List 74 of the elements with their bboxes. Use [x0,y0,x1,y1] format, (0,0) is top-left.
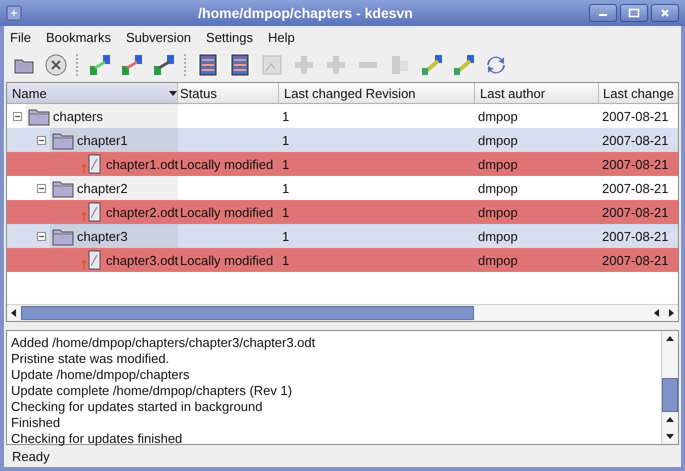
menu-item[interactable]: Settings [206,30,254,44]
author-text: dmpop [478,156,518,172]
author-text: dmpop [478,252,518,268]
date-text: 2007-08-21 [602,252,668,268]
menu-item[interactable]: Subversion [126,30,192,44]
log-line: Checking for updates started in background [11,399,264,415]
author-text: dmpop [478,132,518,148]
menu-item[interactable]: Bookmarks [46,30,111,44]
status-text: Locally modified [180,252,274,268]
name-text: chapter3 [77,228,128,244]
column-header[interactable]: Status [178,83,279,103]
revision-text: 1 [282,180,290,196]
column-header[interactable]: Name [7,83,178,103]
author-text: dmpop [478,108,518,124]
log-line: Update complete /home/dmpop/chapters (Rev 1) [11,383,294,399]
collapse-icon[interactable] [37,136,46,144]
maximize-button[interactable] [620,4,648,22]
tree-row[interactable]: chapter1.odt Locally modified 1 dmpop 2007-08-21 [7,152,678,176]
name-text: chapter3.odt [106,252,178,268]
date-text: 2007-08-21 [602,180,668,196]
name-text: chapters [53,108,103,124]
date-text: 2007-08-21 [602,132,668,148]
close-icon [659,8,671,18]
minimize-button[interactable] [589,4,617,22]
collapse-icon[interactable] [37,232,46,240]
name-text: chapter1.odt [106,156,178,172]
log-line: Added /home/dmpop/chapters/chapter3/chapter3.odt [11,335,316,351]
revision-text: 1 [282,204,290,220]
log-line: Checking for updates finished [11,431,184,447]
document-icon [81,250,103,270]
sort-arrow-icon [169,90,177,96]
revision-text: 1 [282,156,290,172]
document-icon [81,154,103,174]
revision-text: 1 [282,108,290,124]
revision-text: 1 [282,252,290,268]
status-text: Locally modified [180,204,274,220]
name-text: chapter1 [77,132,128,148]
horizontal-scrollbar[interactable] [7,304,678,321]
menu-item[interactable]: Help [268,30,295,44]
tree-row[interactable]: chapter3.odt Locally modified 1 dmpop 2007-08-21 [7,248,678,272]
vertical-scrollbar[interactable] [661,331,678,444]
stop-icon[interactable] [44,53,68,77]
log-line: Pristine state was modified. [11,351,170,367]
collapse-icon[interactable] [37,184,46,192]
column-header[interactable]: Last changed Revision [279,83,475,103]
author-text: dmpop [478,204,518,220]
app-icon[interactable] [6,5,22,21]
name-text: chapter2.odt [106,204,178,220]
tree-row[interactable]: chapter1 1 dmpop 2007-08-21 [7,128,678,152]
date-text: 2007-08-21 [602,156,668,172]
column-header[interactable]: Last author [475,83,599,103]
status-text: Ready [12,448,50,464]
menu-item[interactable]: File [10,30,31,44]
date-text: 2007-08-21 [602,108,668,124]
date-text: 2007-08-21 [602,204,668,220]
revision-text: 1 [282,132,290,148]
tree-row[interactable]: chapter2 1 dmpop 2007-08-21 [7,176,678,200]
author-text: dmpop [478,180,518,196]
tree-row[interactable]: chapter2.odt Locally modified 1 dmpop 2007-08-21 [7,200,678,224]
name-text: chapter2 [77,180,128,196]
author-text: dmpop [478,228,518,244]
revision-text: 1 [282,228,290,244]
log-line: Finished [11,415,62,431]
date-text: 2007-08-21 [602,228,668,244]
window-title: /home/dmpop/chapters - kdesvn [197,5,414,21]
maximize-icon [628,8,640,18]
tree-row[interactable]: chapter3 1 dmpop 2007-08-21 [7,224,678,248]
document-icon [81,202,103,222]
log-line: Update /home/dmpop/chapters [11,367,190,383]
collapse-icon[interactable] [13,112,22,120]
column-header[interactable]: Last change [599,83,678,103]
status-text: Locally modified [180,156,274,172]
tree-row[interactable]: chapters 1 dmpop 2007-08-21 [7,104,678,128]
close-button[interactable] [651,4,679,22]
